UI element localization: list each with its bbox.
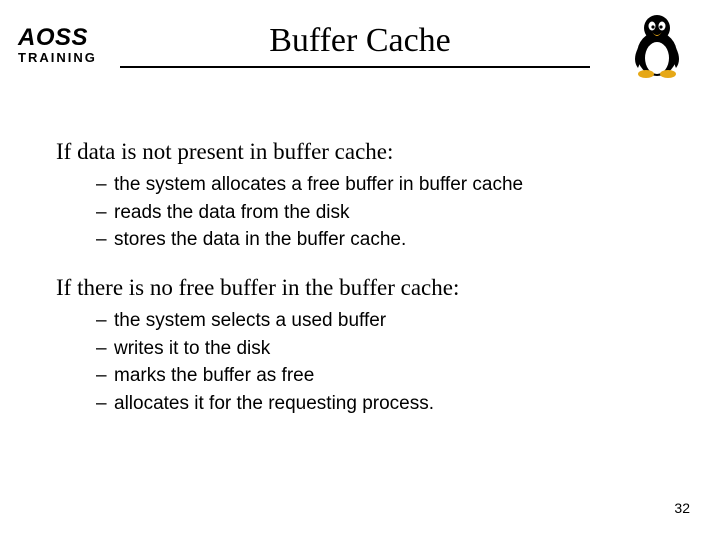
slide-content: If data is not present in buffer cache: … [0,88,720,416]
list-item: – writes it to the disk [96,337,700,361]
list-item: – allocates it for the requesting proces… [96,392,700,416]
slide-header: AOSS TRAINING Buffer Cache [0,0,720,88]
list-item-text: writes it to the disk [114,337,270,361]
list-item: – the system allocates a free buffer in … [96,173,700,197]
dash-icon: – [96,173,114,197]
list-item-text: marks the buffer as free [114,364,314,388]
dash-icon: – [96,309,114,333]
dash-icon: – [96,364,114,388]
dash-icon: – [96,337,114,361]
section-heading-2: If there is no free buffer in the buffer… [56,274,700,303]
list-item: – reads the data from the disk [96,201,700,225]
dash-icon: – [96,228,114,252]
list-item-text: stores the data in the buffer cache. [114,228,406,252]
list-item-text: the system allocates a free buffer in bu… [114,173,523,197]
logo-text-bottom: TRAINING [18,51,97,64]
logo-text-top: AOSS [18,26,97,50]
page-number: 32 [674,500,690,516]
bullet-list-2: – the system selects a used buffer – wri… [56,309,700,416]
dash-icon: – [96,392,114,416]
bullet-list-1: – the system allocates a free buffer in … [56,173,700,252]
header-divider [120,66,590,68]
penguin-icon [628,10,686,78]
section-heading-1: If data is not present in buffer cache: [56,138,700,167]
list-item-text: reads the data from the disk [114,201,350,225]
page-title: Buffer Cache [0,18,720,60]
list-item-text: allocates it for the requesting process. [114,392,434,416]
list-item: – the system selects a used buffer [96,309,700,333]
list-item: – stores the data in the buffer cache. [96,228,700,252]
logo: AOSS TRAINING [18,26,97,64]
list-item: – marks the buffer as free [96,364,700,388]
list-item-text: the system selects a used buffer [114,309,386,333]
dash-icon: – [96,201,114,225]
